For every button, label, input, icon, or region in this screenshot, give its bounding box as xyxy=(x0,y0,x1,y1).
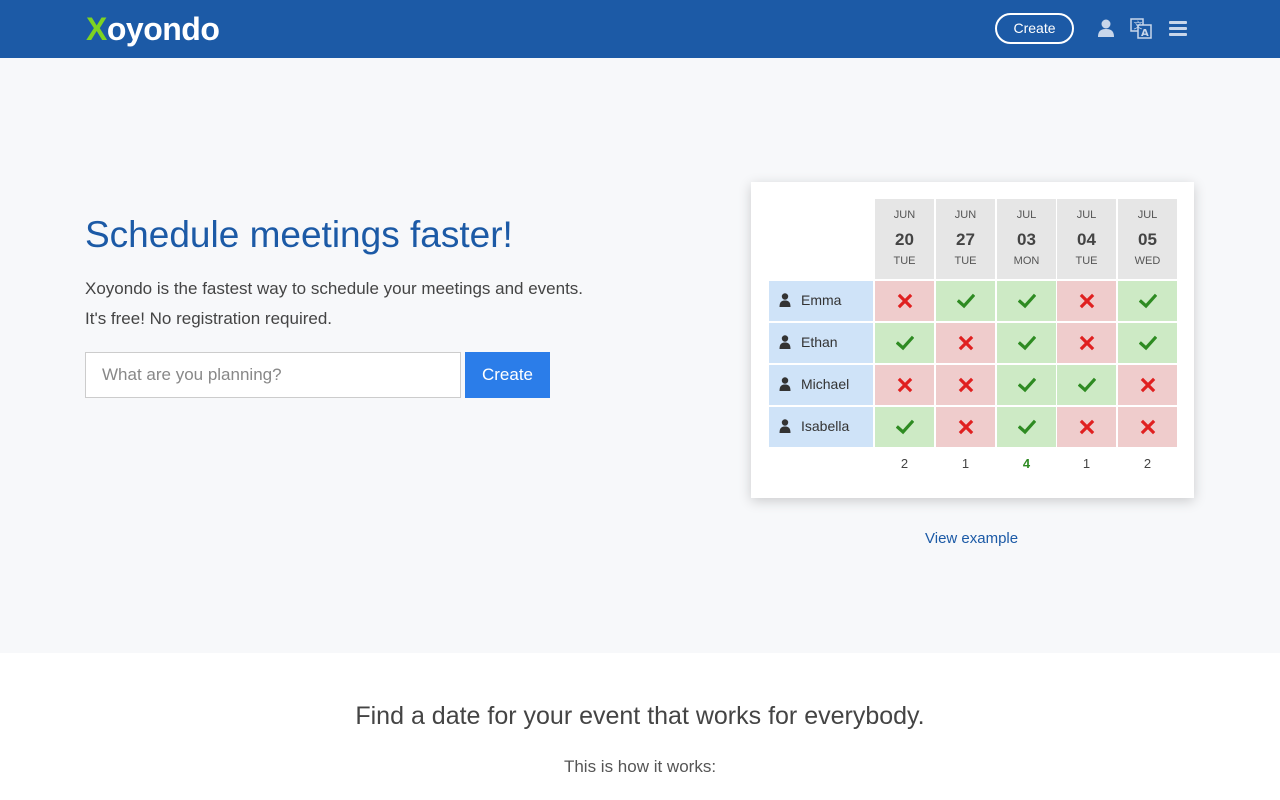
checkmark-icon xyxy=(1018,293,1036,309)
date-day: 20 xyxy=(895,230,914,249)
top-navbar: Xoyondo Create 文 A xyxy=(0,0,1280,58)
participant-name-cell: Ethan xyxy=(769,323,873,363)
checkmark-icon xyxy=(1018,377,1036,393)
date-mon: JUL xyxy=(1016,209,1037,221)
language-icon[interactable]: 文 A xyxy=(1130,17,1152,39)
cross-icon xyxy=(958,419,974,435)
header-create-button[interactable]: Create xyxy=(995,13,1074,44)
date-day: 05 xyxy=(1138,230,1157,249)
hero-description: Xoyondo is the fastest way to schedule y… xyxy=(85,274,583,334)
vote-yes-cell xyxy=(1118,323,1177,363)
date-wd: TUE xyxy=(893,255,916,267)
vote-no-cell xyxy=(1118,365,1177,405)
vote-yes-cell xyxy=(997,407,1056,447)
date-column-header: JUL 03 MON xyxy=(997,199,1056,279)
vote-yes-cell xyxy=(875,323,934,363)
cross-icon xyxy=(1140,377,1156,393)
date-mon: JUN xyxy=(954,209,977,221)
vote-yes-cell xyxy=(1118,281,1177,321)
vote-yes-cell xyxy=(997,323,1056,363)
date-wd: MON xyxy=(1013,255,1040,267)
date-wd: TUE xyxy=(1075,255,1098,267)
logo-text: oyondo xyxy=(106,11,220,47)
date-column-header: JUN 20 TUE xyxy=(875,199,934,279)
date-mon: JUL xyxy=(1137,209,1158,221)
create-event-button[interactable]: Create xyxy=(465,352,550,398)
cross-icon xyxy=(1140,419,1156,435)
checkmark-icon xyxy=(896,419,914,435)
vote-total: 1 xyxy=(961,456,970,471)
vote-total: 4 xyxy=(1022,456,1031,471)
date-mon: JUL xyxy=(1076,209,1097,221)
how-it-works-section: Find a date for your event that works fo… xyxy=(0,653,1280,800)
person-icon xyxy=(779,293,791,307)
section-title: Find a date for your event that works fo… xyxy=(355,702,925,730)
vote-no-cell xyxy=(1118,407,1177,447)
vote-yes-cell xyxy=(997,281,1056,321)
participant-name: Emma xyxy=(801,292,842,308)
hero-desc-line-1: Xoyondo is the fastest way to schedule y… xyxy=(85,279,584,298)
cross-icon xyxy=(1079,419,1095,435)
cross-icon xyxy=(958,335,974,351)
date-column-header: JUN 27 TUE xyxy=(936,199,995,279)
logo[interactable]: Xoyondo xyxy=(86,10,220,48)
hero-desc-line-2: It's free! No registration required. xyxy=(85,309,333,328)
vote-yes-cell xyxy=(1057,365,1116,405)
participant-name: Isabella xyxy=(801,418,850,434)
date-day: 04 xyxy=(1077,230,1096,249)
vote-yes-cell xyxy=(875,407,934,447)
checkmark-icon xyxy=(1139,293,1157,309)
checkmark-icon xyxy=(1139,335,1157,351)
participant-name: Ethan xyxy=(801,334,838,350)
svg-text:A: A xyxy=(1141,28,1149,39)
vote-no-cell xyxy=(936,323,995,363)
participant-name-cell: Michael xyxy=(769,365,873,405)
cross-icon xyxy=(897,293,913,309)
hero-title: Schedule meetings faster! xyxy=(85,214,513,255)
person-icon xyxy=(779,419,791,433)
view-example-link[interactable]: View example xyxy=(925,530,1018,547)
vote-no-cell xyxy=(1057,407,1116,447)
date-mon: JUN xyxy=(893,209,916,221)
vote-yes-cell xyxy=(936,281,995,321)
date-column-header: JUL 04 TUE xyxy=(1057,199,1116,279)
vote-yes-cell xyxy=(997,365,1056,405)
person-icon xyxy=(779,377,791,391)
checkmark-icon xyxy=(1018,335,1036,351)
example-poll-card: JUN 20 TUE JUN 27 TUE JUL 03 MON JUL 04 TUE JUL 05 WED… xyxy=(751,182,1194,498)
participant-name-cell: Emma xyxy=(769,281,873,321)
cross-icon xyxy=(1079,335,1095,351)
user-icon[interactable] xyxy=(1095,17,1117,39)
participant-name: Michael xyxy=(801,376,850,392)
hamburger-menu-icon[interactable] xyxy=(1167,17,1189,39)
checkmark-icon xyxy=(896,335,914,351)
vote-no-cell xyxy=(936,365,995,405)
vote-no-cell xyxy=(1057,323,1116,363)
section-subtitle: This is how it works: xyxy=(563,757,717,776)
cross-icon xyxy=(897,377,913,393)
person-icon xyxy=(779,335,791,349)
checkmark-icon xyxy=(1078,377,1096,393)
cross-icon xyxy=(958,377,974,393)
cross-icon xyxy=(1079,293,1095,309)
date-wd: WED xyxy=(1134,255,1161,267)
vote-total: 1 xyxy=(1082,456,1091,471)
vote-total: 2 xyxy=(1143,456,1152,471)
vote-no-cell xyxy=(1057,281,1116,321)
date-wd: TUE xyxy=(954,255,977,267)
vote-total: 2 xyxy=(900,456,909,471)
vote-no-cell xyxy=(936,407,995,447)
participant-name-cell: Isabella xyxy=(769,407,873,447)
checkmark-icon xyxy=(957,293,975,309)
vote-no-cell xyxy=(875,365,934,405)
date-day: 27 xyxy=(956,230,975,249)
date-day: 03 xyxy=(1017,230,1036,249)
date-column-header: JUL 05 WED xyxy=(1118,199,1177,279)
logo-x: X xyxy=(86,11,107,47)
vote-no-cell xyxy=(875,281,934,321)
event-title-input[interactable] xyxy=(85,352,461,398)
checkmark-icon xyxy=(1018,419,1036,435)
